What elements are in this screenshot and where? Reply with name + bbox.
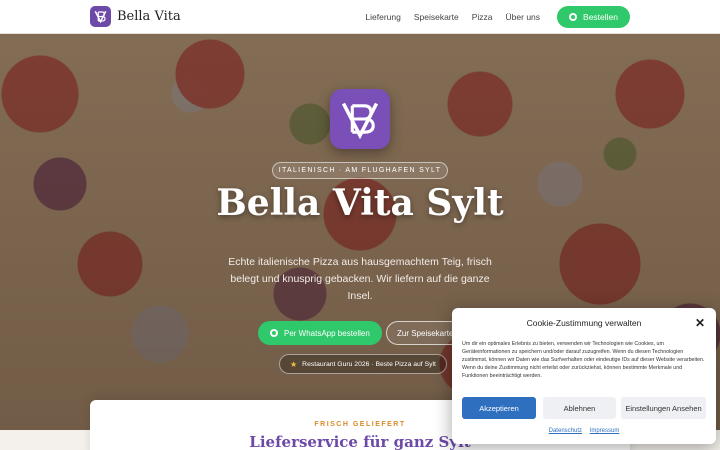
hero-tagline: ITALIENISCH · AM FLUGHAFEN SYLT [272, 162, 448, 179]
nav-link-ueber-uns[interactable]: Über uns [506, 12, 541, 22]
main-nav: Lieferung Speisekarte Pizza Über uns Bes… [365, 5, 630, 28]
whatsapp-icon [270, 329, 278, 337]
cookie-consent-dialog: Cookie-Zustimmung verwalten ✕ Um dir ein… [452, 308, 716, 444]
whatsapp-icon [569, 12, 578, 21]
cookie-text: Um dir ein optimales Erlebnis zu bieten,… [462, 341, 705, 380]
whatsapp-order-button[interactable]: Per WhatsApp bestellen [258, 321, 382, 345]
award-label: Restaurant Guru 2026 · Beste Pizza auf S… [302, 360, 436, 368]
cookie-links: Datenschutz Impressum [452, 428, 716, 434]
site-header: Bella Vita Lieferung Speisekarte Pizza Ü… [0, 0, 720, 34]
hero-description: Echte italienische Pizza aus hausgemacht… [228, 256, 492, 302]
order-button-label: Bestellen [583, 11, 618, 22]
brand[interactable]: Bella Vita [90, 6, 181, 27]
decline-button[interactable]: Ablehnen [543, 397, 616, 419]
hero-title: Bella Vita Sylt [216, 182, 504, 224]
nav-link-lieferung[interactable]: Lieferung [365, 12, 400, 22]
hero-logo-icon [330, 89, 390, 149]
nav-link-speisekarte[interactable]: Speisekarte [414, 12, 459, 22]
order-button[interactable]: Bestellen [557, 5, 630, 28]
star-icon: ★ [290, 359, 298, 369]
menu-button-label: Zur Speisekarte [397, 328, 454, 338]
privacy-link[interactable]: Datenschutz [549, 428, 582, 434]
accept-button[interactable]: Akzeptieren [462, 397, 536, 419]
bv-monogram-icon [90, 6, 111, 27]
nav-link-pizza[interactable]: Pizza [472, 12, 493, 22]
settings-button[interactable]: Einstellungen Ansehen [621, 397, 706, 419]
whatsapp-order-label: Per WhatsApp bestellen [284, 328, 370, 338]
award-badge: ★ Restaurant Guru 2026 · Beste Pizza auf… [279, 354, 447, 374]
brand-name: Bella Vita [117, 9, 181, 24]
cookie-title: Cookie-Zustimmung verwalten [526, 318, 642, 328]
close-icon[interactable]: ✕ [694, 317, 706, 329]
imprint-link[interactable]: Impressum [590, 428, 620, 434]
